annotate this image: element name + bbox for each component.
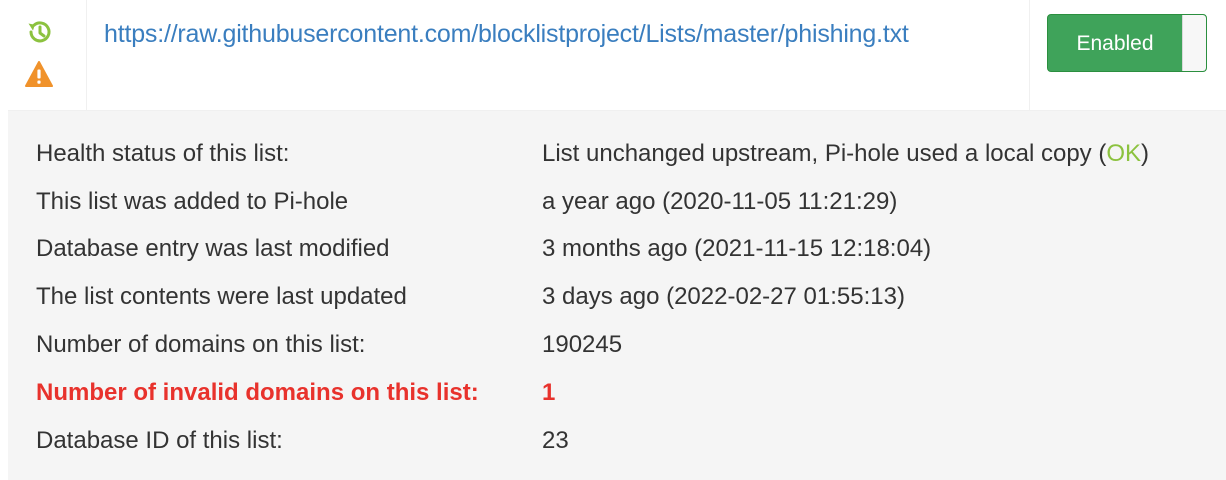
- detail-row-added: This list was added to Pi-hole a year ag…: [8, 182, 1226, 222]
- warning-icon[interactable]: [25, 60, 53, 88]
- db-id-label: Database ID of this list:: [36, 427, 283, 454]
- db-id-value: 23: [542, 427, 569, 454]
- enabled-toggle[interactable]: Enabled: [1047, 14, 1207, 72]
- domain-count-value: 190245: [542, 331, 623, 358]
- detail-row-db-id: Database ID of this list: 23: [8, 421, 1226, 461]
- detail-row-invalid: Number of invalid domains on this list: …: [8, 373, 1226, 413]
- health-status-text: List unchanged upstream, Pi-hole used a …: [542, 140, 1107, 167]
- modified-label: Database entry was last modified: [36, 235, 390, 262]
- added-value: a year ago (2020-11-05 11:21:29): [542, 188, 898, 215]
- health-status-label: Health status of this list:: [36, 140, 290, 167]
- toggle-cell: Enabled: [1030, 0, 1226, 110]
- updated-value: 3 days ago (2022-02-27 01:55:13): [542, 283, 905, 310]
- health-status-close: ): [1141, 140, 1150, 167]
- toggle-label: Enabled: [1076, 32, 1154, 55]
- history-icon[interactable]: [25, 18, 53, 46]
- detail-row-modified: Database entry was last modified 3 month…: [8, 229, 1226, 269]
- added-label: This list was added to Pi-hole: [36, 188, 349, 215]
- invalid-count-label: Number of invalid domains on this list:: [36, 379, 479, 406]
- toggle-handle[interactable]: [1182, 15, 1206, 71]
- detail-row-domains: Number of domains on this list: 190245: [8, 325, 1226, 365]
- detail-row-updated: The list contents were last updated 3 da…: [8, 277, 1226, 317]
- health-status-value: List unchanged upstream, Pi-hole used a …: [542, 134, 1149, 174]
- url-cell: https://raw.githubusercontent.com/blockl…: [86, 0, 1030, 110]
- updated-label: The list contents were last updated: [36, 283, 407, 310]
- invalid-count-value: 1: [542, 379, 556, 406]
- status-icons-cell: [8, 0, 87, 110]
- health-ok-text: OK: [1106, 140, 1142, 167]
- domain-count-label: Number of domains on this list:: [36, 331, 366, 358]
- list-details-panel: Health status of this list: List unchang…: [8, 111, 1226, 480]
- detail-row-health: Health status of this list: List unchang…: [8, 134, 1226, 174]
- adlist-row: https://raw.githubusercontent.com/blockl…: [8, 0, 1226, 111]
- modified-value: 3 months ago (2021-11-15 12:18:04): [542, 235, 932, 262]
- list-url-link[interactable]: https://raw.githubusercontent.com/blockl…: [104, 20, 909, 49]
